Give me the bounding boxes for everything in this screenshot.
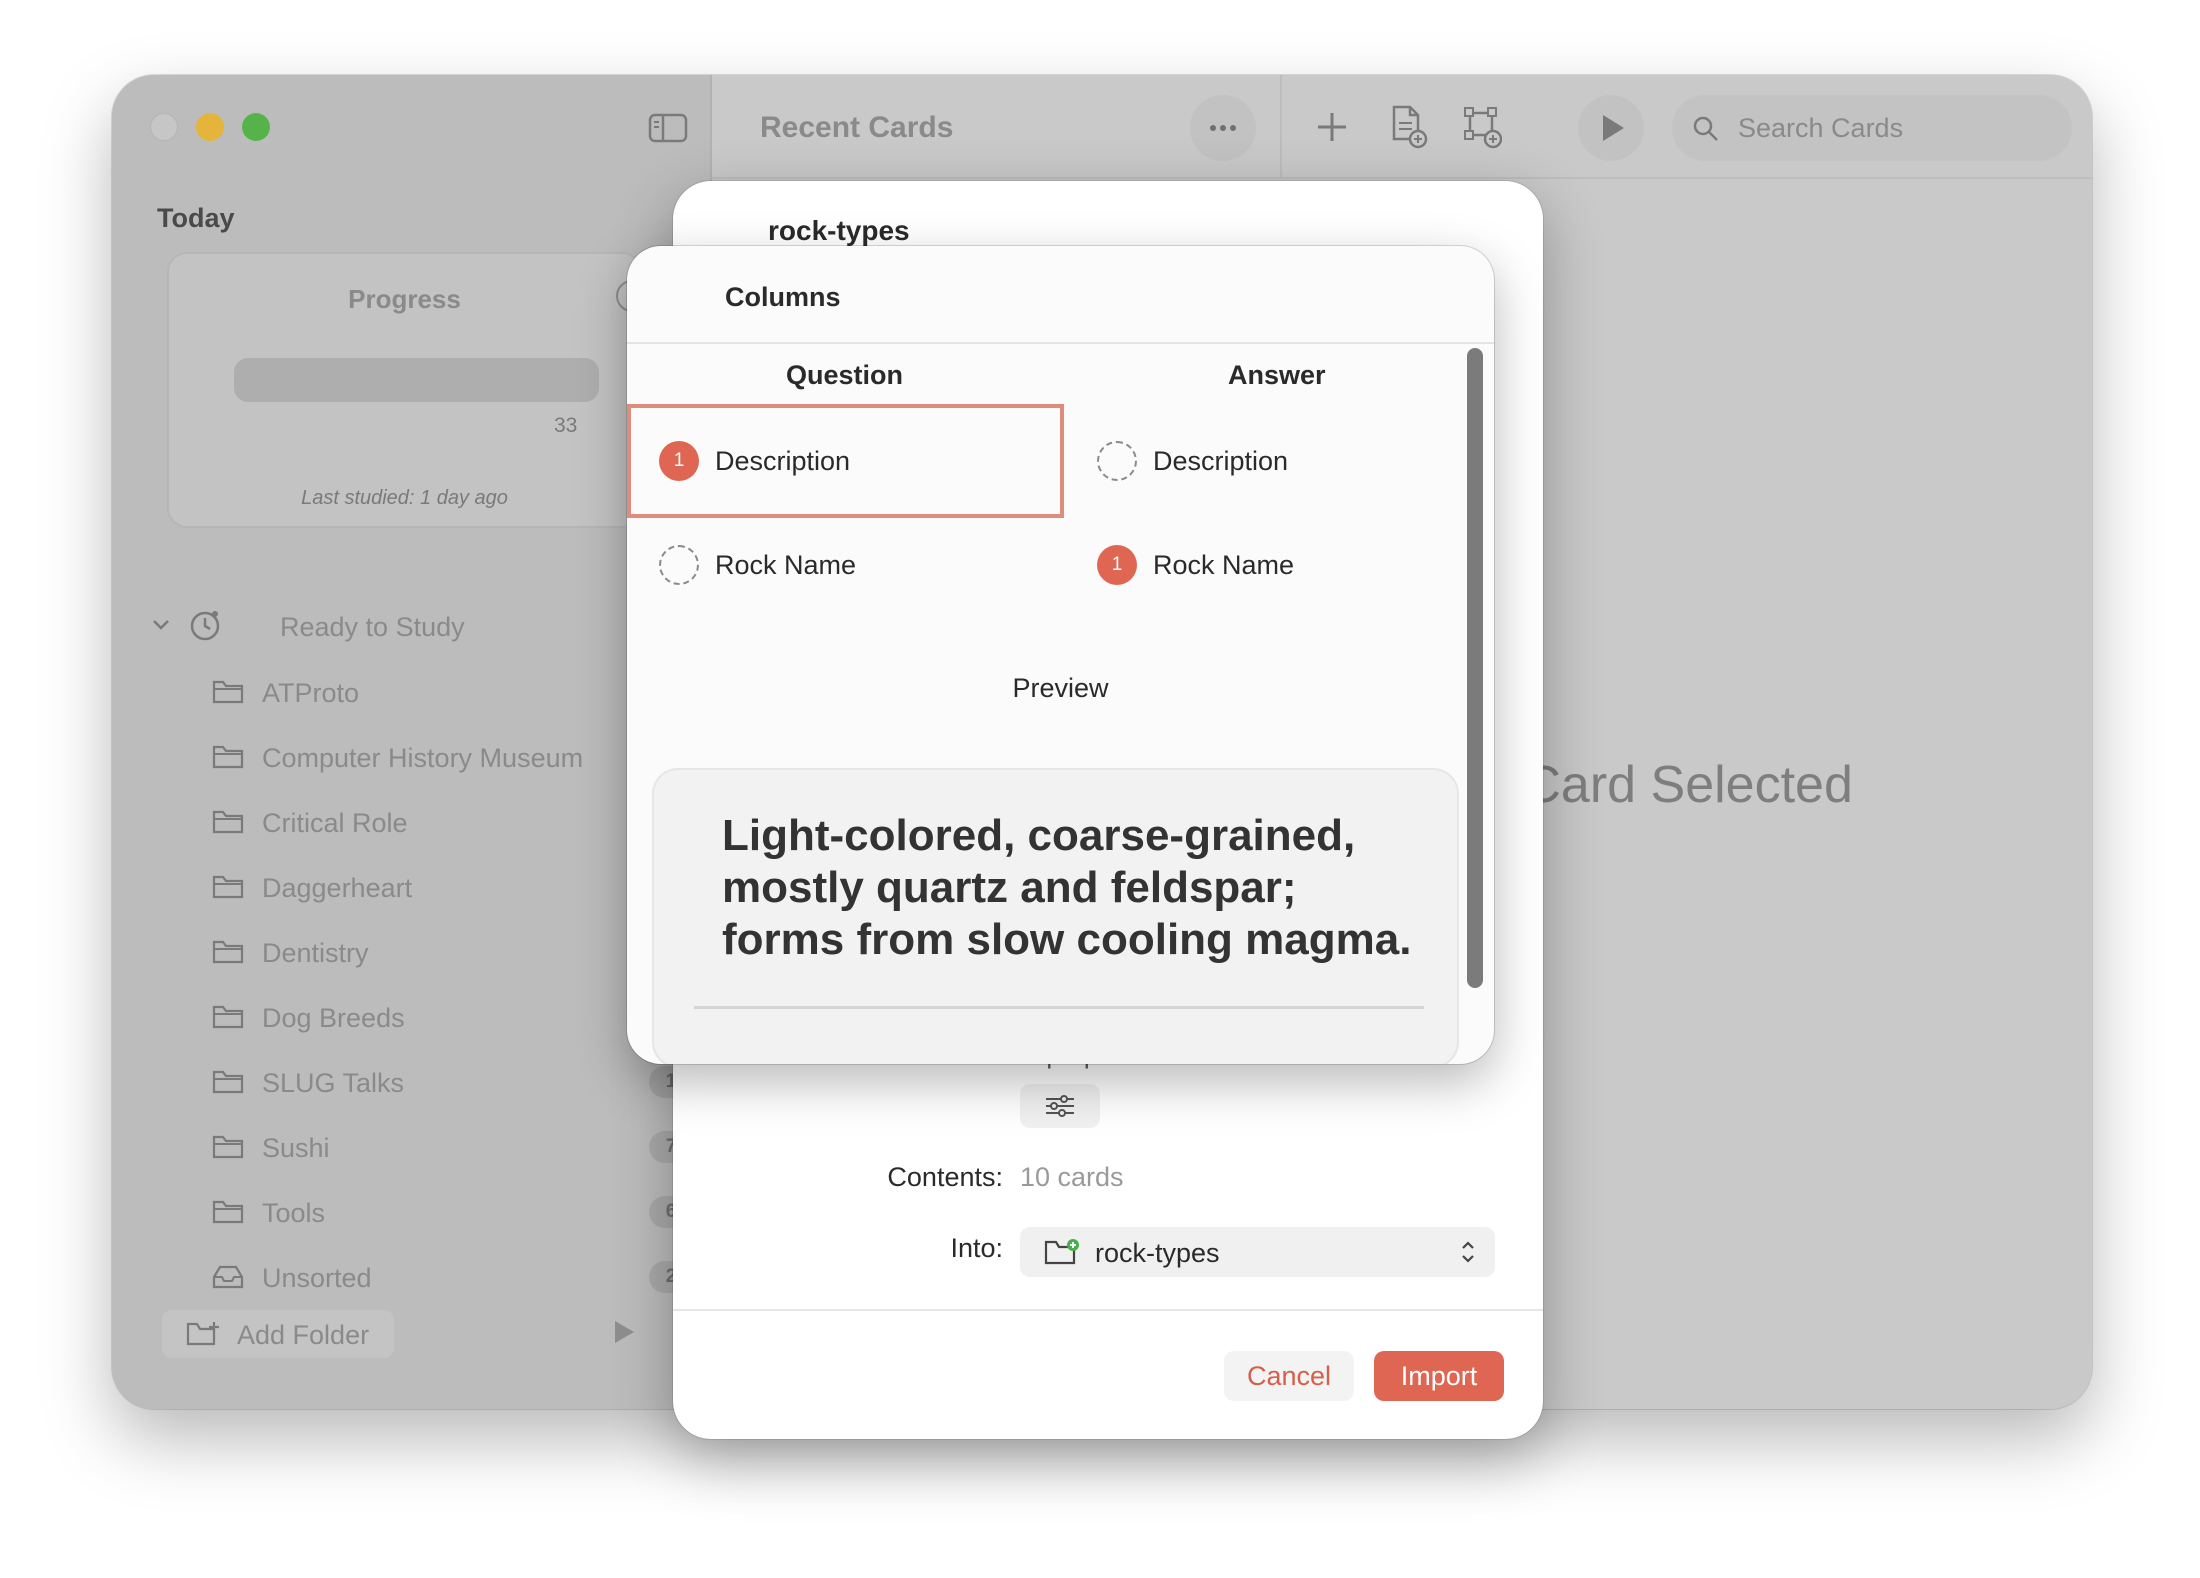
popover-scrollbar[interactable] bbox=[1467, 348, 1483, 988]
deck-add-icon[interactable] bbox=[1462, 105, 1502, 149]
option-label: Description bbox=[715, 446, 851, 476]
question-option-description[interactable]: 1 Description bbox=[659, 436, 1039, 486]
folder-icon bbox=[212, 680, 244, 704]
option-label: Description bbox=[1153, 446, 1289, 476]
into-folder-value: rock-types bbox=[1095, 1238, 1220, 1268]
sidebar: Today Progress ? 33 Last studied: 1 day … bbox=[112, 75, 712, 1409]
doc-add-icon[interactable] bbox=[1388, 105, 1428, 149]
answer-option-rock-name[interactable]: 1 Rock Name bbox=[1097, 540, 1457, 590]
folder-icon bbox=[212, 745, 244, 769]
folder-icon bbox=[212, 1135, 244, 1159]
folder-add-icon bbox=[1044, 1239, 1079, 1265]
preview-card-text: Light-colored, coarse-grained, mostly qu… bbox=[722, 811, 1412, 964]
folder-icon bbox=[212, 1005, 244, 1029]
answer-option-description[interactable]: Description bbox=[1097, 436, 1457, 486]
folder-icon bbox=[212, 1200, 244, 1224]
folder-label: Tools bbox=[262, 1198, 326, 1228]
toolbar-divider bbox=[712, 177, 2092, 179]
contents-label: Contents: bbox=[887, 1162, 1003, 1192]
columns-title: Columns bbox=[725, 282, 841, 312]
selection-number-badge: 1 bbox=[1097, 545, 1137, 585]
ready-to-study-label: Ready to Study bbox=[280, 612, 465, 642]
folder-label: Daggerheart bbox=[262, 873, 413, 903]
folder-label: Dentistry bbox=[262, 938, 369, 968]
last-studied-text: Last studied: 1 day ago bbox=[301, 487, 508, 509]
play-icon[interactable] bbox=[612, 1319, 636, 1345]
minimize-window-button[interactable] bbox=[196, 113, 224, 141]
toolbar-title: Recent Cards bbox=[760, 111, 954, 144]
chevron-up-down-icon bbox=[1462, 1241, 1474, 1263]
zoom-window-button[interactable] bbox=[242, 113, 270, 141]
columns-divider bbox=[627, 342, 1494, 344]
progress-bar bbox=[234, 358, 599, 402]
sidebar-item-tools[interactable]: Tools 6 bbox=[212, 1192, 712, 1236]
play-icon bbox=[1603, 115, 1624, 141]
option-label: Rock Name bbox=[1153, 550, 1295, 580]
ellipsis-icon bbox=[1230, 125, 1236, 131]
folder-label: Unsorted bbox=[262, 1263, 372, 1293]
option-label: Rock Name bbox=[715, 550, 857, 580]
contents-value: 10 cards bbox=[1020, 1162, 1124, 1192]
add-folder-label: Add Folder bbox=[237, 1320, 370, 1350]
columns-popover: Columns Question Answer 1 Description Ro… bbox=[627, 246, 1494, 1064]
into-folder-select[interactable]: rock-types bbox=[1020, 1227, 1495, 1277]
close-window-button[interactable] bbox=[150, 113, 178, 141]
answer-header: Answer bbox=[1228, 360, 1326, 390]
more-button[interactable] bbox=[1190, 95, 1256, 161]
sheet-footer-divider bbox=[673, 1309, 1543, 1311]
cancel-button[interactable]: Cancel bbox=[1224, 1351, 1354, 1401]
unselected-circle-icon bbox=[1097, 441, 1137, 481]
preview-card: Light-colored, coarse-grained, mostly qu… bbox=[652, 768, 1459, 1064]
question-option-rock-name[interactable]: Rock Name bbox=[659, 540, 1039, 590]
search-placeholder: Search Cards bbox=[1738, 113, 1904, 143]
chevron-down-icon[interactable] bbox=[152, 616, 170, 634]
sidebar-toggle-icon[interactable] bbox=[648, 113, 688, 143]
folder-icon bbox=[212, 1070, 244, 1094]
clock-study-icon bbox=[190, 611, 220, 641]
add-folder-button[interactable]: Add Folder bbox=[162, 1310, 394, 1358]
ellipsis-icon bbox=[1210, 125, 1216, 131]
sliders-icon bbox=[1046, 1095, 1074, 1117]
folder-label: Dog Breeds bbox=[262, 1003, 405, 1033]
unselected-circle-icon bbox=[659, 545, 699, 585]
format-options-button[interactable] bbox=[1020, 1084, 1100, 1128]
folder-icon bbox=[212, 940, 244, 964]
today-heading: Today bbox=[157, 203, 235, 233]
into-label: Into: bbox=[950, 1233, 1003, 1263]
tray-icon bbox=[212, 1265, 244, 1289]
folder-add-icon bbox=[186, 1322, 219, 1346]
folder-icon bbox=[212, 875, 244, 899]
folder-label: ATProto bbox=[262, 678, 360, 708]
selection-number-badge: 1 bbox=[659, 441, 699, 481]
folder-icon bbox=[212, 810, 244, 834]
plus-icon[interactable] bbox=[1312, 105, 1352, 149]
search-input[interactable]: Search Cards bbox=[1672, 95, 2072, 161]
sidebar-item-slug-talks[interactable]: SLUG Talks 1 bbox=[212, 1062, 712, 1106]
preview-card-divider bbox=[694, 1006, 1424, 1009]
question-header: Question bbox=[786, 360, 904, 390]
folder-label: Computer History Museum bbox=[262, 743, 584, 773]
toolbar-separator bbox=[1280, 75, 1282, 179]
preview-label: Preview bbox=[1012, 673, 1109, 703]
sidebar-item-unsorted[interactable]: Unsorted 2 bbox=[212, 1257, 712, 1301]
progress-card: Progress ? 33 Last studied: 1 day ago bbox=[167, 252, 648, 528]
sheet-title: rock-types bbox=[768, 215, 910, 246]
study-play-button[interactable] bbox=[1578, 95, 1644, 161]
import-button[interactable]: Import bbox=[1374, 1351, 1504, 1401]
folder-label: SLUG Talks bbox=[262, 1068, 405, 1098]
sidebar-item-sushi[interactable]: Sushi 7 bbox=[212, 1127, 712, 1171]
progress-title: Progress bbox=[348, 284, 461, 314]
search-icon bbox=[1693, 116, 1718, 141]
progress-count: 33 bbox=[554, 414, 578, 437]
folder-label: Sushi bbox=[262, 1133, 330, 1163]
folder-label: Critical Role bbox=[262, 808, 408, 838]
ellipsis-icon bbox=[1220, 125, 1226, 131]
